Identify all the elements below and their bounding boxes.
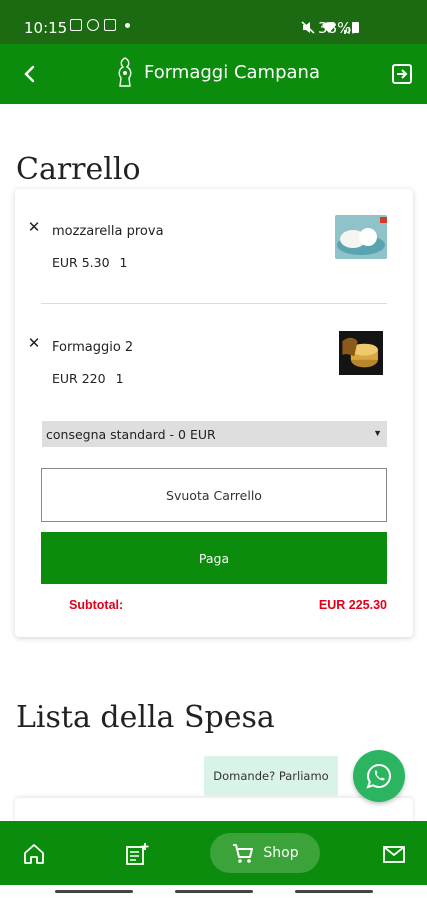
battery-icon <box>352 22 359 33</box>
shop-tab[interactable]: Shop <box>210 833 320 873</box>
cheese-logo-icon <box>118 57 132 87</box>
item-price: EUR 5.30 <box>52 255 110 270</box>
logout-icon[interactable] <box>390 62 414 86</box>
notification-icons <box>70 19 130 31</box>
item-quantity: 1 <box>119 255 128 270</box>
item-name: Formaggio 2 <box>52 340 134 355</box>
dropdown-arrow-icon: ▼ <box>373 428 382 438</box>
home-icon[interactable] <box>21 841 47 867</box>
app-title: Formaggi Campana <box>144 61 320 83</box>
item-price-line: EUR 220 1 <box>52 371 124 386</box>
status-bar: 10:15 38% <box>0 0 427 44</box>
app-header: Formaggi Campana <box>0 44 427 104</box>
pay-button[interactable]: Paga <box>41 532 387 584</box>
brand: Formaggi Campana <box>114 56 320 88</box>
mail-icon[interactable] <box>381 841 407 867</box>
whatsapp-button[interactable] <box>353 750 405 802</box>
more-notifications-icon <box>125 22 130 28</box>
shipping-selected: consegna standard - 0 EUR <box>46 427 216 442</box>
chat-bubble[interactable]: Domande? Parliamo <box>204 756 338 796</box>
shop-tab-label: Shop <box>263 845 299 861</box>
item-name: mozzarella prova <box>52 224 164 239</box>
cart-icon <box>233 844 254 863</box>
system-nav-back[interactable] <box>295 890 373 893</box>
add-list-icon[interactable] <box>124 841 150 867</box>
mute-icon <box>301 21 315 34</box>
status-time: 10:15 <box>24 19 68 37</box>
app-notification-icon <box>104 19 116 31</box>
subtotal-label: Subtotal: <box>69 598 124 612</box>
whatsapp-notification-icon <box>87 19 99 31</box>
item-divider <box>41 303 387 304</box>
system-nav-recent[interactable] <box>55 890 133 893</box>
close-icon[interactable]: ✕ <box>27 220 41 235</box>
empty-cart-button[interactable]: Svuota Carrello <box>41 468 387 522</box>
item-quantity: 1 <box>115 371 124 386</box>
battery-level: 38% <box>318 19 352 37</box>
shopping-list-heading: Lista della Spesa <box>16 700 275 735</box>
mozzarella-image[interactable] <box>335 215 387 259</box>
subtotal-value: EUR 225.30 <box>318 598 387 612</box>
shipping-select[interactable]: consegna standard - 0 EUR ▼ <box>42 421 387 447</box>
formaggio-image[interactable] <box>335 331 387 375</box>
gallery-icon <box>70 19 82 31</box>
whatsapp-icon <box>366 763 391 789</box>
cart-heading: Carrello <box>16 152 141 187</box>
system-nav-bar <box>0 885 427 900</box>
system-nav-home[interactable] <box>175 890 253 893</box>
back-arrow-icon[interactable] <box>18 62 42 86</box>
cart-card: ✕ mozzarella prova EUR 5.30 1 ✕ Formaggio… <box>15 189 413 637</box>
item-price-line: EUR 5.30 1 <box>52 255 128 270</box>
item-price: EUR 220 <box>52 371 106 386</box>
close-icon[interactable]: ✕ <box>27 336 41 351</box>
bottom-nav: Shop <box>0 821 427 885</box>
